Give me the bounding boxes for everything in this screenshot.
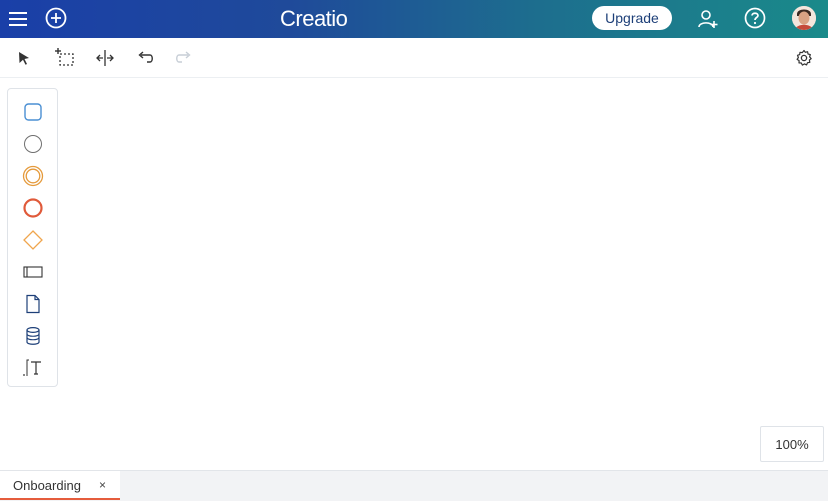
space-tool-icon[interactable]: [94, 47, 116, 69]
top-header: Creatio Upgrade: [0, 0, 828, 38]
brand-name: Creatio: [280, 6, 348, 31]
zoom-value: 100%: [775, 436, 809, 452]
avatar[interactable]: [792, 6, 816, 30]
pointer-icon[interactable]: [14, 48, 34, 68]
task-icon[interactable]: [20, 99, 46, 125]
lane-icon[interactable]: [20, 259, 46, 285]
element-palette: [7, 88, 58, 387]
intermediate-event-icon[interactable]: [20, 163, 46, 189]
end-event-icon[interactable]: [20, 195, 46, 221]
diagram-toolbar: [0, 38, 828, 78]
text-annotation-icon[interactable]: [20, 355, 46, 381]
data-object-icon[interactable]: [20, 291, 46, 317]
menu-icon[interactable]: [7, 8, 29, 30]
start-event-icon[interactable]: [20, 131, 46, 157]
tab-label: Onboarding: [13, 478, 81, 493]
redo-icon[interactable]: [174, 48, 194, 68]
gear-icon[interactable]: [794, 48, 814, 68]
zoom-level[interactable]: 100%: [760, 426, 824, 462]
tab-onboarding[interactable]: Onboarding ×: [0, 471, 120, 500]
undo-icon[interactable]: [135, 48, 155, 68]
close-icon[interactable]: ×: [99, 478, 106, 492]
upgrade-label: Upgrade: [605, 10, 659, 26]
data-store-icon[interactable]: [20, 323, 46, 349]
upgrade-button[interactable]: Upgrade: [592, 6, 672, 30]
marquee-select-icon[interactable]: [54, 47, 76, 69]
add-user-icon[interactable]: [696, 7, 720, 31]
bottom-tab-bar: Onboarding ×: [0, 470, 828, 501]
gateway-icon[interactable]: [20, 227, 46, 253]
help-icon[interactable]: [743, 6, 767, 30]
add-circle-icon[interactable]: [44, 6, 68, 30]
creatio-logo: Creatio: [280, 5, 348, 33]
